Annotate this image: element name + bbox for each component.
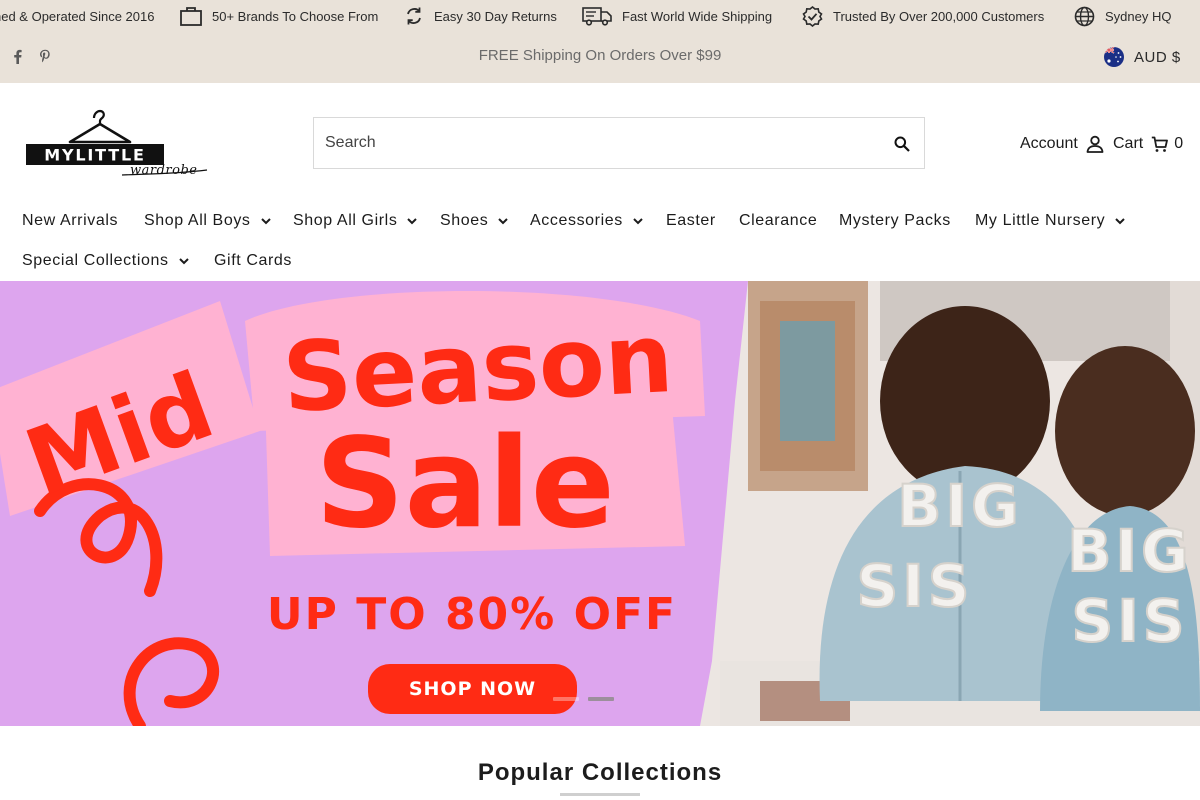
user-icon [1086, 135, 1104, 153]
nav-easter[interactable]: Easter [666, 210, 716, 232]
search-button[interactable] [892, 134, 912, 154]
ticker-item: Trusted By Over 200,000 Customers [802, 5, 1044, 27]
nav-special-collections[interactable]: Special Collections [22, 250, 189, 272]
australia-flag-icon [1104, 47, 1124, 67]
chevron-down-icon [260, 217, 271, 224]
search-icon [894, 136, 910, 152]
shop-now-button[interactable]: SHOP NOW [368, 664, 577, 714]
hero-line-sale: Sale [315, 412, 615, 556]
ticker-item-label: Sydney HQ [1105, 8, 1172, 24]
truck-icon [582, 7, 612, 26]
announcement-bar: ned & Operated Since 2016 50+ Brands To … [0, 0, 1200, 83]
nav-my-little-nursery[interactable]: My Little Nursery [975, 210, 1125, 232]
nav-mystery-packs[interactable]: Mystery Packs [839, 210, 951, 232]
cart-count: 0 [1174, 135, 1184, 152]
free-shipping-announcement: FREE Shipping On Orders Over $99 [478, 47, 722, 64]
logo-script: wardrobe [130, 163, 197, 178]
ticker-item-label: Easy 30 Day Returns [434, 8, 557, 24]
title-divider [560, 793, 640, 796]
chevron-down-icon [633, 217, 643, 224]
cart-link[interactable]: Cart 0 [1113, 133, 1183, 155]
currency-label: AUD $ [1134, 48, 1181, 66]
account-label: Account [1020, 135, 1078, 152]
hero-banner[interactable]: BIG SIS BIG SIS UP TO 80% OFF Mid Season… [0, 281, 1200, 726]
popular-collections-title: Popular Collections [477, 759, 723, 786]
globe-icon [1074, 6, 1095, 26]
nav-label: My Little Nursery [975, 212, 1106, 229]
ticker-item: ned & Operated Since 2016 [0, 5, 154, 27]
briefcase-icon [180, 7, 202, 26]
search-bar [313, 117, 925, 169]
ticker-item: Easy 30 Day Returns [404, 5, 557, 27]
nav-gift-cards[interactable]: Gift Cards [214, 250, 292, 272]
chevron-down-icon [498, 217, 509, 224]
nav-label: Clearance [739, 212, 818, 229]
ticker-item-label: Fast World Wide Shipping [622, 8, 773, 24]
search-input[interactable] [314, 118, 884, 168]
ticker-item: Sydney HQ [1074, 5, 1171, 27]
jacket-right-line2: SIS [1071, 587, 1188, 655]
ticker-item: 50+ Brands To Choose From [180, 5, 378, 27]
jacket-left-line1: BIG [897, 472, 1022, 540]
jacket-right-line1: BIG [1067, 517, 1192, 585]
nav-clearance[interactable]: Clearance [739, 210, 817, 232]
nav-label: Accessories [530, 212, 623, 229]
slide-dot-2[interactable] [588, 697, 614, 701]
nav-label: Easter [666, 212, 716, 229]
ticker-item-label: Trusted By Over 200,000 Customers [833, 8, 1045, 24]
chevron-down-icon [178, 257, 189, 264]
slide-dot-1[interactable] [553, 697, 579, 701]
cart-label: Cart [1113, 135, 1144, 152]
nav-label: Shop All Girls [293, 212, 398, 229]
nav-label: Special Collections [22, 252, 169, 269]
nav-shoes[interactable]: Shoes [440, 210, 509, 232]
ticker-item-label: 50+ Brands To Choose From [212, 8, 379, 24]
nav-accessories[interactable]: Accessories [530, 210, 643, 232]
logo-wordmark: MYLITTLE [44, 146, 145, 165]
nav-label: Gift Cards [214, 252, 293, 269]
refresh-icon [407, 7, 421, 25]
cart-icon [1152, 136, 1169, 152]
usp-ticker: ned & Operated Since 2016 50+ Brands To … [0, 0, 1200, 34]
account-link[interactable]: Account [1020, 133, 1104, 155]
hero-offer-text: UP TO 80% OFF [267, 589, 677, 640]
currency-selector[interactable]: AUD $ [1104, 46, 1181, 68]
ticker-item-label: ned & Operated Since 2016 [0, 8, 155, 24]
nav-shop-all-boys[interactable]: Shop All Boys [144, 210, 271, 232]
ticker-item: Fast World Wide Shipping [582, 5, 772, 27]
nav-label: Shoes [440, 212, 489, 229]
chevron-down-icon [1115, 217, 1125, 224]
nav-shop-all-girls[interactable]: Shop All Girls [293, 210, 418, 232]
nav-label: New Arrivals [22, 212, 119, 229]
hero-artwork: BIG SIS BIG SIS UP TO 80% OFF Mid Season… [0, 281, 1200, 726]
nav-label: Shop All Boys [144, 212, 251, 229]
nav-label: Mystery Packs [839, 212, 951, 229]
jacket-left-line2: SIS [856, 552, 973, 620]
chevron-down-icon [407, 217, 418, 224]
nav-new-arrivals[interactable]: New Arrivals [22, 210, 118, 232]
store-logo[interactable]: MYLITTLE wardrobe [26, 108, 208, 178]
check-badge-icon [802, 5, 823, 27]
